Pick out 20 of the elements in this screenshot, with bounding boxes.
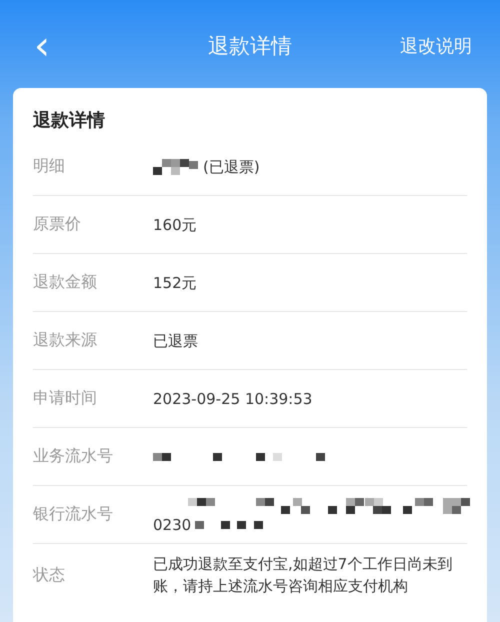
field-label: 银行流水号 bbox=[33, 504, 114, 525]
field-label: 原票价 bbox=[33, 214, 82, 235]
field-value: 2023-09-25 10:39:53 bbox=[153, 388, 314, 410]
field-value: 160元 bbox=[153, 214, 198, 236]
field-label: 申请时间 bbox=[33, 388, 98, 409]
field-value: 已成功退款至支付宝,如超过7个工作日尚未到账，请持上述流水号咨询相应支付机构 bbox=[153, 554, 454, 597]
field-label: 明细 bbox=[33, 156, 66, 177]
field-label: 退款金额 bbox=[33, 272, 98, 293]
field-label: 退款来源 bbox=[33, 330, 98, 351]
refund-rules-link[interactable]: 退改说明 bbox=[400, 34, 472, 58]
field-value: 152元 bbox=[153, 272, 198, 294]
back-button[interactable]: ‹ bbox=[28, 26, 56, 66]
field-label: 业务流水号 bbox=[33, 446, 114, 467]
card-title: 退款详情 bbox=[33, 109, 106, 132]
redaction-mosaic bbox=[153, 156, 199, 176]
field-value: (已退票) bbox=[203, 156, 260, 178]
field-label: 状态 bbox=[33, 564, 66, 586]
field-value: 已退票 bbox=[153, 330, 199, 352]
field-value: 0230 bbox=[153, 514, 192, 536]
page-title: 退款详情 bbox=[207, 33, 293, 60]
